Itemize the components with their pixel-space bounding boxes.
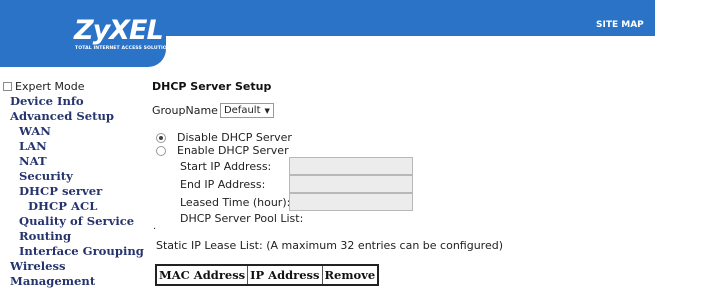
main-content: DHCP Server Setup GroupName Default ▼ Di… — [152, 77, 712, 298]
sidebar-item-nat[interactable]: NAT — [19, 154, 47, 168]
enable-dhcp-radio[interactable] — [156, 145, 166, 156]
disable-dhcp-label: Disable DHCP Server — [177, 131, 292, 144]
disable-dhcp-option[interactable]: Disable DHCP Server — [156, 131, 292, 144]
sidebar-item-dhcp-server[interactable]: DHCP server — [19, 184, 102, 198]
sidebar-item-routing[interactable]: Routing — [19, 229, 71, 243]
sidebar-item-quality-of-service[interactable]: Quality of Service — [19, 214, 134, 228]
disable-dhcp-radio[interactable] — [156, 132, 166, 143]
sidebar-item-wireless[interactable]: Wireless — [10, 259, 66, 273]
lease-time-input[interactable] — [289, 193, 413, 211]
sidebar-item-device-info[interactable]: Device Info — [10, 94, 84, 108]
sidebar-item-interface-grouping[interactable]: Interface Grouping — [19, 244, 144, 258]
sidebar-item-wan[interactable]: WAN — [19, 124, 51, 138]
column-remove: Remove — [321, 264, 379, 286]
column-ip-address: IP Address — [247, 264, 323, 286]
pool-list-label: DHCP Server Pool List: — [180, 212, 304, 225]
dropdown-arrow-icon: ▼ — [264, 106, 270, 115]
group-name-row: GroupName Default ▼ — [152, 103, 274, 118]
start-ip-label: Start IP Address: — [180, 160, 272, 173]
end-ip-input[interactable] — [289, 175, 413, 193]
zyxel-logo: ZyXEL — [74, 15, 164, 46]
group-name-select[interactable]: Default ▼ — [219, 103, 274, 118]
sidebar-item-dhcp-acl[interactable]: DHCP ACL — [28, 199, 97, 213]
expert-mode-label: Expert Mode — [15, 80, 85, 93]
lease-time-label: Leased Time (hour): — [180, 196, 291, 209]
sidebar-item-security[interactable]: Security — [19, 169, 73, 183]
sidebar-item-lan[interactable]: LAN — [19, 139, 47, 153]
expert-mode-checkbox[interactable] — [3, 82, 12, 91]
group-name-value: Default — [223, 105, 261, 116]
end-ip-label: End IP Address: — [180, 178, 266, 191]
static-lease-label: Static IP Lease List: (A maximum 32 entr… — [156, 239, 504, 252]
column-mac-address: MAC Address — [155, 264, 249, 286]
expert-mode-toggle[interactable]: Expert Mode — [3, 80, 85, 93]
group-name-label: GroupName — [152, 104, 218, 117]
page-title: DHCP Server Setup — [152, 80, 272, 93]
enable-dhcp-option[interactable]: Enable DHCP Server — [156, 144, 289, 157]
table-header-row: MAC Address IP Address Remove — [155, 264, 379, 286]
site-map-link[interactable]: SITE MAP — [596, 20, 644, 30]
sidebar-item-management[interactable]: Management — [10, 274, 95, 288]
pool-list-empty-marker: . — [153, 221, 157, 232]
static-lease-table: MAC Address IP Address Remove — [155, 264, 380, 286]
logo-tagline: TOTAL INTERNET ACCESS SOLUTION — [75, 46, 171, 51]
enable-dhcp-label: Enable DHCP Server — [177, 144, 289, 157]
start-ip-input[interactable] — [289, 157, 413, 175]
sidebar-item-advanced-setup[interactable]: Advanced Setup — [10, 109, 114, 123]
logo-panel: ZyXEL TOTAL INTERNET ACCESS SOLUTION — [0, 0, 171, 67]
